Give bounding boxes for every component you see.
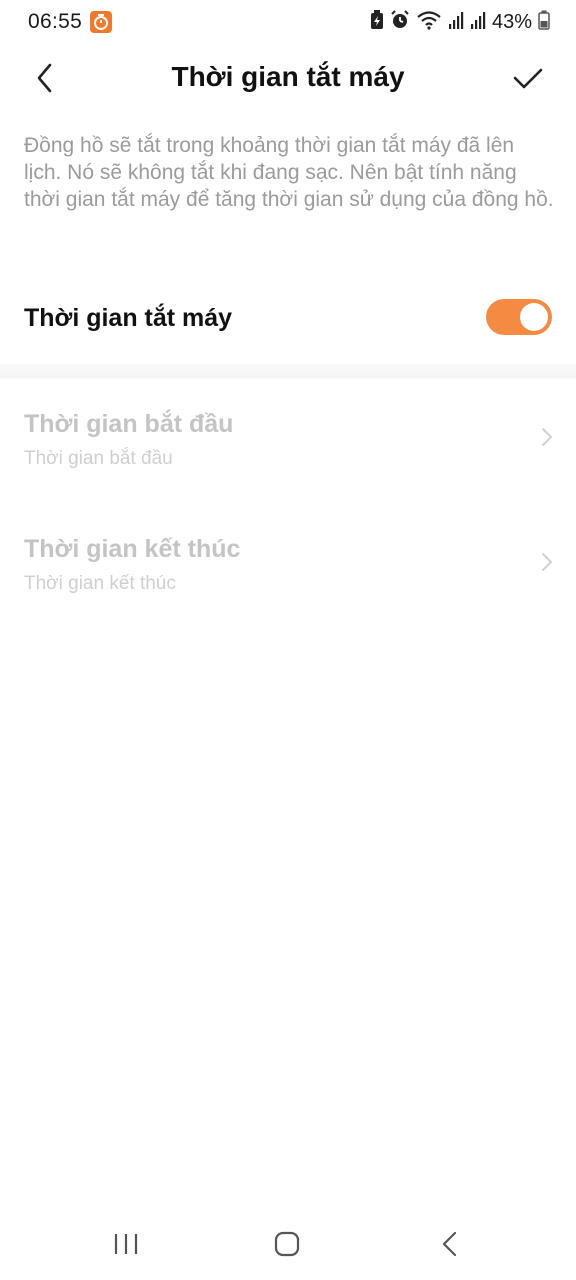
chevron-right-icon (542, 553, 552, 571)
navigation-bar (0, 1206, 576, 1280)
back-nav-button[interactable] (430, 1228, 470, 1260)
chevron-right-icon (542, 428, 552, 446)
confirm-button[interactable] (510, 60, 546, 96)
status-icons: 43% (364, 9, 550, 35)
end-time-row[interactable]: Thời gian kết thúc Thời gian kết thúc (0, 515, 576, 615)
toggle-knob (520, 303, 548, 331)
home-button[interactable] (267, 1228, 307, 1260)
description-text: Đồng hồ sẽ tắt trong khoảng thời gian tắ… (24, 134, 554, 211)
shutdown-time-toggle-row: Thời gian tắt máy (0, 282, 576, 358)
home-icon (274, 1231, 300, 1257)
battery-saver-icon (370, 9, 384, 35)
battery-percent: 43% (491, 10, 532, 33)
back-icon (442, 1231, 457, 1257)
status-bar: 06:55 43% (0, 0, 576, 44)
alarm-icon (390, 9, 410, 35)
signal-icon (448, 10, 464, 35)
row-subtitle: Thời gian bắt đầu (24, 448, 173, 469)
battery-icon (538, 10, 550, 35)
recent-apps-button[interactable] (106, 1228, 146, 1260)
section-divider (0, 364, 576, 378)
app-notification-icon (90, 11, 112, 33)
row-title: Thời gian kết thúc (24, 535, 241, 563)
toggle-label: Thời gian tắt máy (24, 304, 233, 332)
shutdown-time-toggle[interactable] (486, 299, 552, 335)
signal-icon (470, 10, 486, 35)
status-time: 06:55 (28, 10, 83, 33)
header: Thời gian tắt máy (0, 44, 576, 112)
row-subtitle: Thời gian kết thúc (24, 573, 176, 594)
row-title: Thời gian bắt đầu (24, 410, 234, 438)
start-time-row[interactable]: Thời gian bắt đầu Thời gian bắt đầu (0, 390, 576, 490)
recent-apps-icon (114, 1234, 138, 1254)
checkmark-icon (513, 68, 543, 89)
page-title: Thời gian tắt máy (171, 61, 405, 92)
wifi-icon (416, 10, 442, 35)
